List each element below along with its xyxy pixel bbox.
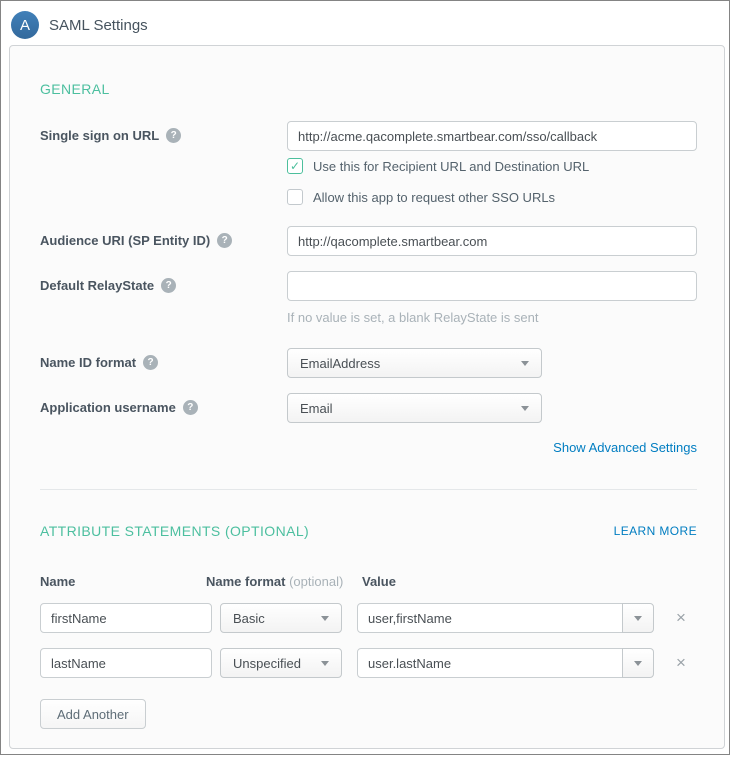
audience-uri-input[interactable] <box>287 226 697 256</box>
attribute-format-select[interactable]: Basic <box>220 603 342 633</box>
attribute-format-select[interactable]: Unspecified <box>220 648 342 678</box>
relay-state-hint: If no value is set, a blank RelayState i… <box>287 310 697 326</box>
other-sso-checkbox-row: Allow this app to request other SSO URLs <box>287 189 697 205</box>
chevron-down-icon <box>521 361 529 366</box>
advanced-settings-row: Show Advanced Settings <box>40 440 697 456</box>
application-username-label-text: Application username <box>40 400 176 415</box>
column-header-name: Name <box>40 574 75 589</box>
help-icon[interactable]: ? <box>183 400 198 415</box>
attribute-value-dropdown-button[interactable] <box>622 603 654 633</box>
relay-state-control <box>287 271 697 301</box>
attribute-name-input[interactable] <box>40 648 212 678</box>
attribute-value-dropdown-button[interactable] <box>622 648 654 678</box>
relay-state-label: Default RelayState ? <box>40 271 287 293</box>
add-another-button[interactable]: Add Another <box>40 699 146 729</box>
attribute-name-input[interactable] <box>40 603 212 633</box>
remove-attribute-icon[interactable]: × <box>671 653 691 673</box>
attribute-statements-title: ATTRIBUTE STATEMENTS (OPTIONAL) <box>40 523 309 539</box>
page-title: SAML Settings <box>49 17 148 34</box>
relay-state-label-text: Default RelayState <box>40 278 154 293</box>
name-id-format-label-text: Name ID format <box>40 355 136 370</box>
attribute-row: Unspecified × <box>40 648 697 678</box>
application-username-row: Application username ? Email <box>40 393 697 423</box>
name-id-format-value: EmailAddress <box>300 356 380 371</box>
saml-settings-panel: GENERAL Single sign on URL ? Use this fo… <box>9 45 725 749</box>
audience-uri-row: Audience URI (SP Entity ID) ? <box>40 226 697 256</box>
other-sso-checkbox-label: Allow this app to request other SSO URLs <box>313 190 555 205</box>
help-icon[interactable]: ? <box>217 233 232 248</box>
name-id-format-label: Name ID format ? <box>40 348 287 370</box>
attribute-row: Basic × <box>40 603 697 633</box>
attribute-format-value: Unspecified <box>233 656 301 671</box>
attribute-table-header: Name Name format (optional) Value <box>40 574 697 590</box>
recipient-url-checkbox[interactable] <box>287 158 303 174</box>
column-header-value: Value <box>362 574 396 589</box>
column-header-format-optional: (optional) <box>289 574 343 589</box>
sso-checkbox-group: Use this for Recipient URL and Destinati… <box>287 158 697 205</box>
application-username-select[interactable]: Email <box>287 393 542 423</box>
learn-more-link[interactable]: LEARN MORE <box>614 524 697 539</box>
chevron-down-icon <box>321 616 329 621</box>
relay-state-input[interactable] <box>287 271 697 301</box>
name-id-format-row: Name ID format ? EmailAddress <box>40 348 697 378</box>
sso-url-input[interactable] <box>287 121 697 151</box>
chevron-down-icon <box>521 406 529 411</box>
remove-attribute-icon[interactable]: × <box>671 608 691 628</box>
step-badge: A <box>11 11 39 39</box>
attribute-value-input[interactable] <box>357 648 623 678</box>
audience-uri-control <box>287 226 697 256</box>
recipient-url-checkbox-label: Use this for Recipient URL and Destinati… <box>313 159 589 174</box>
column-header-format-text: Name format <box>206 574 285 589</box>
attribute-statements-header: ATTRIBUTE STATEMENTS (OPTIONAL) LEARN MO… <box>40 523 697 539</box>
recipient-url-checkbox-row: Use this for Recipient URL and Destinati… <box>287 158 697 174</box>
general-section-title: GENERAL <box>40 81 697 97</box>
application-username-control: Email <box>287 393 697 423</box>
attribute-value-combo <box>357 648 654 678</box>
chevron-down-icon <box>634 616 642 621</box>
other-sso-checkbox[interactable] <box>287 189 303 205</box>
audience-uri-label: Audience URI (SP Entity ID) ? <box>40 226 287 248</box>
show-advanced-settings-link[interactable]: Show Advanced Settings <box>553 440 697 455</box>
audience-uri-label-text: Audience URI (SP Entity ID) <box>40 233 210 248</box>
attribute-value-combo <box>357 603 654 633</box>
page-header: A SAML Settings <box>1 1 729 41</box>
sso-url-label: Single sign on URL ? <box>40 121 287 143</box>
saml-settings-window: A SAML Settings GENERAL Single sign on U… <box>0 0 730 755</box>
chevron-down-icon <box>321 661 329 666</box>
section-divider <box>40 489 697 490</box>
name-id-format-control: EmailAddress <box>287 348 697 378</box>
sso-url-label-text: Single sign on URL <box>40 128 159 143</box>
attribute-value-input[interactable] <box>357 603 623 633</box>
application-username-label: Application username ? <box>40 393 287 415</box>
chevron-down-icon <box>634 661 642 666</box>
application-username-value: Email <box>300 401 333 416</box>
sso-url-row: Single sign on URL ? <box>40 121 697 151</box>
sso-url-control <box>287 121 697 151</box>
name-id-format-select[interactable]: EmailAddress <box>287 348 542 378</box>
help-icon[interactable]: ? <box>166 128 181 143</box>
help-icon[interactable]: ? <box>143 355 158 370</box>
column-header-format: Name format (optional) <box>206 574 343 589</box>
attribute-format-value: Basic <box>233 611 265 626</box>
help-icon[interactable]: ? <box>161 278 176 293</box>
relay-state-row: Default RelayState ? <box>40 271 697 301</box>
